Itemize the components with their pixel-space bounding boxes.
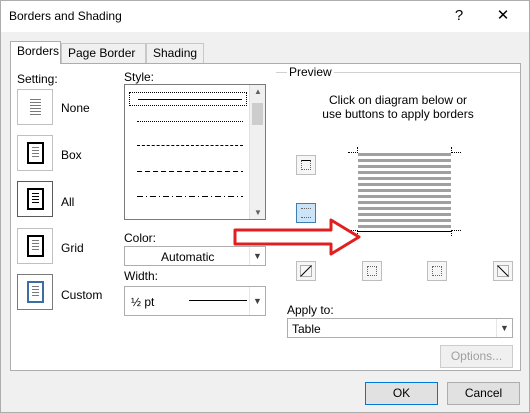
dialog-title: Borders and Shading (9, 9, 122, 23)
style-line (137, 121, 243, 122)
style-solid[interactable] (129, 92, 247, 106)
diagonal-up-icon (300, 265, 312, 277)
page-lines (32, 147, 39, 159)
chevron-down-icon[interactable]: ▼ (249, 287, 265, 315)
chevron-down-icon[interactable]: ▼ (496, 319, 512, 337)
page-lines (30, 99, 41, 115)
style-line (138, 99, 242, 100)
corner-mark (451, 230, 461, 236)
page-lines (32, 286, 39, 298)
page-lines (32, 193, 39, 205)
style-line (137, 145, 243, 146)
setting-none-label[interactable]: None (61, 101, 90, 115)
top-border-button[interactable] (296, 155, 316, 175)
color-value: Automatic (161, 250, 215, 264)
corner-mark (451, 147, 461, 153)
diagonal-up-border-button[interactable] (296, 261, 316, 281)
diagonal-down-border-button[interactable] (493, 261, 513, 281)
style-line (137, 196, 243, 197)
cancel-button[interactable]: Cancel (447, 382, 520, 405)
diagonal-down-icon (497, 265, 509, 277)
setting-label: Setting: (17, 72, 58, 86)
preview-bottom-border[interactable] (358, 231, 451, 232)
page-lines (32, 240, 39, 252)
preview-instructions-2: use buttons to apply borders (322, 107, 474, 121)
style-line (137, 171, 243, 172)
close-button[interactable]: ✕ (489, 5, 517, 29)
preview-label: Preview (287, 65, 334, 79)
tab-shading[interactable]: Shading (146, 43, 204, 63)
setting-custom-icon[interactable] (17, 274, 53, 310)
style-dash-dot[interactable] (129, 190, 247, 204)
borders-panel: Setting: None Box All Grid Custom Style: (10, 63, 521, 371)
page-glyph (27, 96, 44, 118)
apply-to-dropdown[interactable]: Table ▼ (287, 318, 513, 338)
tab-borders[interactable]: Borders (10, 41, 61, 64)
scroll-up-icon[interactable]: ▲ (250, 87, 266, 96)
corner-mark (348, 147, 358, 153)
scroll-thumb[interactable] (252, 103, 263, 125)
style-dashed-large[interactable] (129, 165, 247, 179)
page-glyph (27, 235, 44, 257)
options-button[interactable]: Options... (440, 345, 513, 368)
style-scrollbar[interactable]: ▲ ▼ (249, 85, 265, 219)
setting-box-label[interactable]: Box (61, 148, 82, 162)
width-dropdown[interactable]: ½ pt ▼ (124, 286, 266, 316)
title-bar: Borders and Shading ? ✕ (1, 1, 529, 32)
annotation-arrow-icon (233, 218, 361, 256)
apply-to-label: Apply to: (287, 303, 334, 317)
scroll-down-icon[interactable]: ▼ (250, 208, 266, 217)
setting-custom-label[interactable]: Custom (61, 288, 102, 302)
style-list[interactable]: ▲ ▼ (124, 84, 266, 220)
style-label: Style: (124, 70, 155, 84)
color-label: Color: (124, 231, 157, 245)
page-glyph (27, 142, 44, 164)
right-border-button[interactable] (427, 261, 447, 281)
setting-all-label[interactable]: All (61, 195, 74, 209)
page-glyph (27, 281, 44, 303)
right-border-icon (432, 266, 442, 276)
top-border-icon (301, 160, 311, 170)
apply-to-value: Table (292, 322, 321, 336)
width-sample-line (189, 300, 247, 301)
ok-button[interactable]: OK (365, 382, 438, 405)
width-value: ½ pt (131, 295, 155, 309)
style-dashed-small[interactable] (129, 139, 247, 153)
help-button[interactable]: ? (445, 5, 473, 29)
left-border-icon (367, 266, 377, 276)
borders-and-shading-dialog: Borders and Shading ? ✕ Borders Page Bor… (0, 0, 530, 413)
tab-page-border[interactable]: Page Border (61, 43, 146, 63)
width-label: Width: (124, 269, 159, 283)
preview-instructions-1: Click on diagram below or (328, 93, 468, 107)
preview-diagram[interactable] (358, 153, 451, 229)
setting-none-icon[interactable] (17, 89, 53, 125)
setting-grid-label[interactable]: Grid (61, 241, 84, 255)
page-glyph (27, 188, 44, 210)
horizontal-border-icon (301, 208, 311, 218)
setting-all-icon[interactable] (17, 181, 53, 217)
setting-box-icon[interactable] (17, 135, 53, 171)
setting-grid-icon[interactable] (17, 228, 53, 264)
left-border-button[interactable] (362, 261, 382, 281)
style-dotted[interactable] (129, 115, 247, 129)
